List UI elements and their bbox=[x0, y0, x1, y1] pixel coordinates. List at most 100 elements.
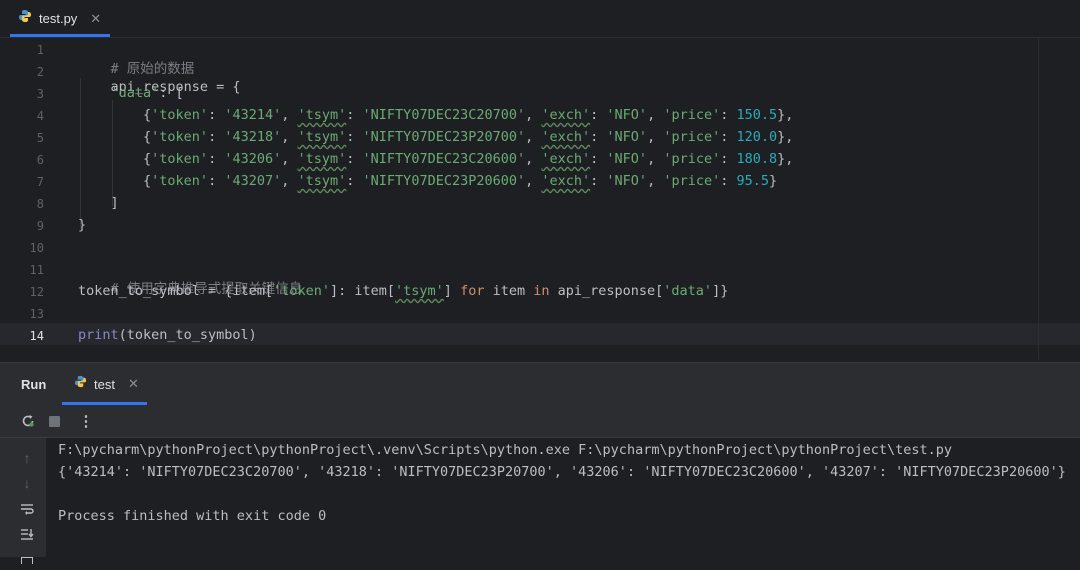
number-literal: 150.5 bbox=[736, 107, 778, 123]
string-literal: '43206' bbox=[224, 151, 282, 167]
string-literal: 'exch' bbox=[541, 107, 591, 123]
code-text: item bbox=[484, 283, 534, 299]
string-literal: 'exch' bbox=[541, 151, 591, 167]
tab-label: test.py bbox=[39, 11, 78, 26]
code-line-4: {'token': '43214', 'tsym': 'NIFTY07DEC23… bbox=[78, 107, 794, 123]
code-text: : [ bbox=[159, 85, 184, 101]
code-text: } bbox=[769, 173, 778, 189]
code-line-3: 'data': [ bbox=[78, 85, 184, 101]
string-literal: 'price' bbox=[663, 129, 721, 145]
string-literal: 'price' bbox=[663, 173, 721, 189]
line-number: 9 bbox=[36, 219, 44, 233]
line-number: 8 bbox=[36, 197, 44, 211]
code-text: }, bbox=[777, 151, 794, 167]
string-literal: 'NIFTY07DEC23P20700' bbox=[362, 129, 526, 145]
run-tab-label: test bbox=[94, 376, 115, 392]
keyword: in bbox=[533, 283, 550, 299]
arrow-down-icon: ↓ bbox=[23, 475, 31, 491]
console-output[interactable]: F:\pycharm\pythonProject\pythonProject\.… bbox=[46, 438, 1080, 557]
tab-test-py[interactable]: test.py ✕ bbox=[12, 0, 107, 37]
console-output-line: {'43214': 'NIFTY07DEC23C20700', '43218':… bbox=[58, 464, 1066, 480]
string-literal: 'NFO' bbox=[606, 173, 648, 189]
rerun-icon bbox=[22, 415, 34, 427]
number-literal: 95.5 bbox=[736, 173, 770, 189]
string-literal: 'NIFTY07DEC23C20700' bbox=[362, 107, 526, 123]
print-button[interactable] bbox=[16, 550, 38, 570]
string-literal: 'tsym' bbox=[297, 129, 347, 145]
close-icon[interactable]: ✕ bbox=[90, 11, 101, 27]
python-run-config-icon bbox=[74, 375, 87, 393]
string-literal: 'token' bbox=[151, 173, 209, 189]
code-line-12: token_to_symbol = {item['token']: item['… bbox=[78, 283, 728, 299]
string-literal: 'data' bbox=[110, 85, 160, 101]
active-tab-indicator bbox=[10, 34, 110, 37]
close-icon[interactable]: ✕ bbox=[128, 376, 139, 392]
string-literal: 'NIFTY07DEC23P20600' bbox=[362, 173, 526, 189]
string-literal: 'price' bbox=[663, 107, 721, 123]
string-literal: 'data' bbox=[663, 283, 713, 299]
string-literal: 'price' bbox=[663, 151, 721, 167]
stop-button[interactable] bbox=[44, 411, 64, 431]
rerun-button[interactable] bbox=[18, 411, 38, 431]
code-text: ]: item[ bbox=[329, 283, 396, 299]
string-literal: 'token' bbox=[151, 107, 209, 123]
scroll-up-button[interactable]: ↑ bbox=[16, 448, 38, 468]
number-literal: 120.0 bbox=[736, 129, 778, 145]
line-number: 6 bbox=[36, 153, 44, 167]
string-literal: '43214' bbox=[224, 107, 282, 123]
string-literal: 'tsym' bbox=[297, 107, 347, 123]
string-literal: '43207' bbox=[224, 173, 282, 189]
stop-icon bbox=[48, 415, 60, 427]
code-text: ] bbox=[443, 283, 461, 299]
string-literal: 'exch' bbox=[541, 129, 591, 145]
line-number: 12 bbox=[29, 285, 44, 299]
line-number: 13 bbox=[29, 307, 44, 321]
string-literal: 'NFO' bbox=[606, 107, 648, 123]
console-exit-status: Process finished with exit code 0 bbox=[58, 508, 327, 524]
line-number: 11 bbox=[29, 263, 44, 277]
run-panel-header: Run test ✕ bbox=[0, 362, 1080, 405]
keyword: for bbox=[460, 283, 485, 299]
line-number: 2 bbox=[36, 65, 44, 79]
builtin-function: print bbox=[78, 327, 119, 343]
run-tab-test[interactable]: test ✕ bbox=[74, 373, 139, 395]
console-side-toolbar: ↑ ↓ bbox=[0, 438, 46, 564]
code-line-8: ] bbox=[78, 195, 119, 211]
line-number: 7 bbox=[36, 175, 44, 189]
line-number: 10 bbox=[29, 241, 44, 255]
code-text: } bbox=[78, 217, 87, 233]
code-line-14: print(token_to_symbol) bbox=[78, 327, 257, 343]
string-literal: 'tsym' bbox=[395, 283, 444, 299]
more-vertical-icon: ⋮ bbox=[78, 413, 94, 430]
code-line-5: {'token': '43218', 'tsym': 'NIFTY07DEC23… bbox=[78, 129, 794, 145]
string-literal: 'NIFTY07DEC23C20600' bbox=[362, 151, 526, 167]
right-margin-guide bbox=[1038, 38, 1039, 360]
code-line-7: {'token': '43207', 'tsym': 'NIFTY07DEC23… bbox=[78, 173, 778, 189]
soft-wrap-button[interactable] bbox=[16, 499, 38, 519]
string-literal: 'token' bbox=[151, 151, 209, 167]
number-literal: 180.8 bbox=[736, 151, 778, 167]
string-literal: 'NFO' bbox=[606, 151, 648, 167]
soft-wrap-icon bbox=[21, 504, 34, 515]
more-options-button[interactable]: ⋮ bbox=[76, 411, 96, 431]
code-line-9: } bbox=[78, 217, 86, 233]
scroll-to-end-icon bbox=[21, 529, 34, 540]
line-number: 1 bbox=[36, 43, 44, 57]
string-literal: 'NFO' bbox=[606, 129, 648, 145]
arrow-up-icon: ↑ bbox=[23, 450, 31, 466]
code-text: ]} bbox=[712, 283, 729, 299]
run-toolbar: ⋮ bbox=[0, 405, 1080, 438]
python-file-icon bbox=[18, 9, 32, 28]
code-editor[interactable]: 1 2 3 4 5 6 7 8 9 10 11 12 13 14 # 原始的数据… bbox=[0, 38, 1080, 360]
scroll-down-button[interactable]: ↓ bbox=[16, 473, 38, 493]
code-text: }, bbox=[777, 129, 794, 145]
code-text: }, bbox=[777, 107, 794, 123]
string-literal: 'tsym' bbox=[297, 151, 347, 167]
code-text: ] bbox=[110, 195, 119, 211]
editor-tab-bar: test.py ✕ bbox=[0, 0, 1080, 38]
code-text: api_response[ bbox=[549, 283, 664, 299]
string-literal: '43218' bbox=[224, 129, 282, 145]
scroll-to-end-button[interactable] bbox=[16, 524, 38, 544]
run-panel-title: Run bbox=[21, 377, 47, 392]
code-line-6: {'token': '43206', 'tsym': 'NIFTY07DEC23… bbox=[78, 151, 794, 167]
